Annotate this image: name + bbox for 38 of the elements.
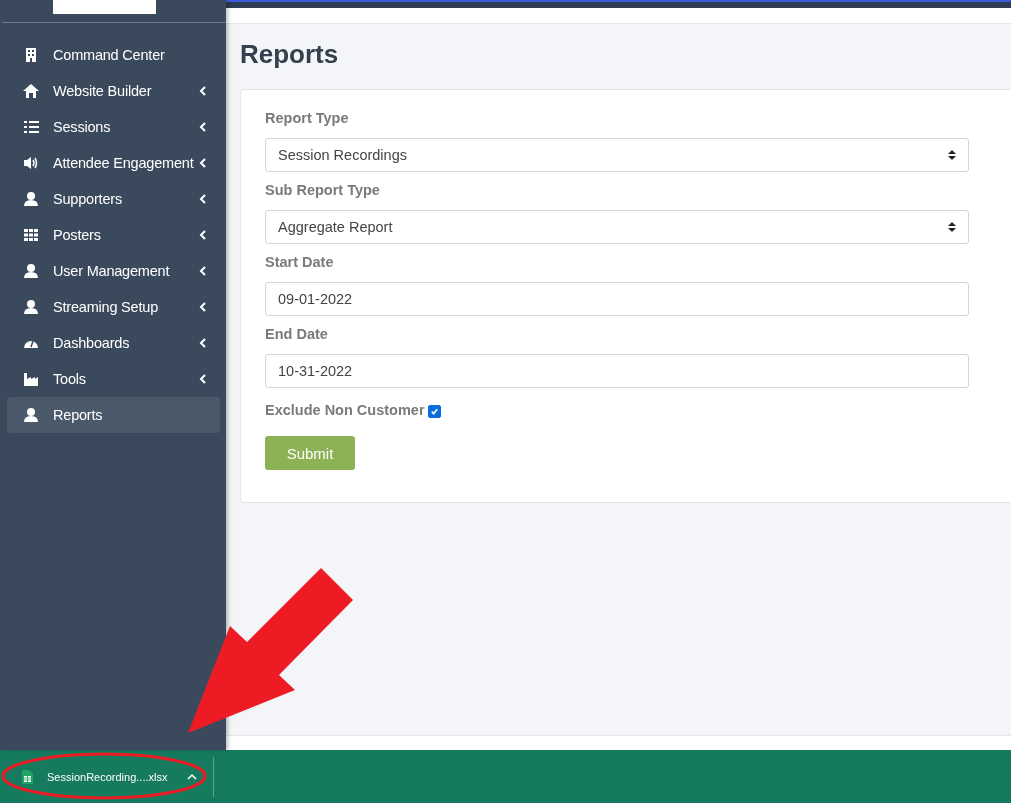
grid-icon — [23, 227, 39, 243]
checkbox[interactable] — [427, 405, 441, 418]
field-label: Sub Report Type — [265, 182, 381, 200]
user-icon — [23, 299, 39, 315]
user-icon — [23, 263, 39, 279]
user-icon — [23, 191, 39, 207]
sidebar-item[interactable]: User Management — [7, 253, 220, 289]
sidebar-item[interactable]: Streaming Setup — [7, 289, 220, 325]
page-title: Reports — [240, 39, 340, 71]
sidebar-item[interactable]: Reports — [7, 397, 220, 433]
sidebar-item[interactable]: Tools — [7, 361, 220, 397]
chevron-up-icon — [187, 772, 198, 781]
sort-caret-icon — [948, 222, 956, 232]
factory-icon — [23, 371, 39, 387]
field-label: Report Type — [265, 110, 350, 128]
download-item[interactable]: SessionRecording....xlsx — [0, 769, 214, 784]
checkbox-label: Exclude Non Customer — [265, 402, 425, 418]
checkmark-icon — [429, 407, 439, 416]
sidebar-item[interactable]: Supporters — [7, 181, 220, 217]
sidebar-item[interactable]: Dashboards — [7, 325, 220, 361]
sidebar-item[interactable]: Sessions — [7, 109, 220, 145]
building-icon — [23, 47, 39, 63]
date-field[interactable]: 10-31-2022 — [265, 354, 969, 388]
speaker-icon — [23, 155, 39, 171]
sidebar-item[interactable]: Attendee Engagement — [7, 145, 220, 181]
spreadsheet-file-icon — [22, 769, 33, 784]
sidebar-item[interactable]: Command Center — [7, 37, 220, 73]
select-field[interactable]: Aggregate Report — [265, 210, 969, 244]
user-icon — [23, 407, 39, 423]
sort-caret-icon — [948, 150, 956, 160]
home-icon — [23, 83, 39, 99]
checklist-icon — [23, 119, 39, 135]
field-label: Start Date — [265, 254, 335, 272]
select-field[interactable]: Session Recordings — [265, 138, 969, 172]
sidebar-item[interactable]: Website Builder — [7, 73, 220, 109]
sidebar-item[interactable]: Posters — [7, 217, 220, 253]
field-label: End Date — [265, 326, 329, 344]
date-field[interactable]: 09-01-2022 — [265, 282, 969, 316]
